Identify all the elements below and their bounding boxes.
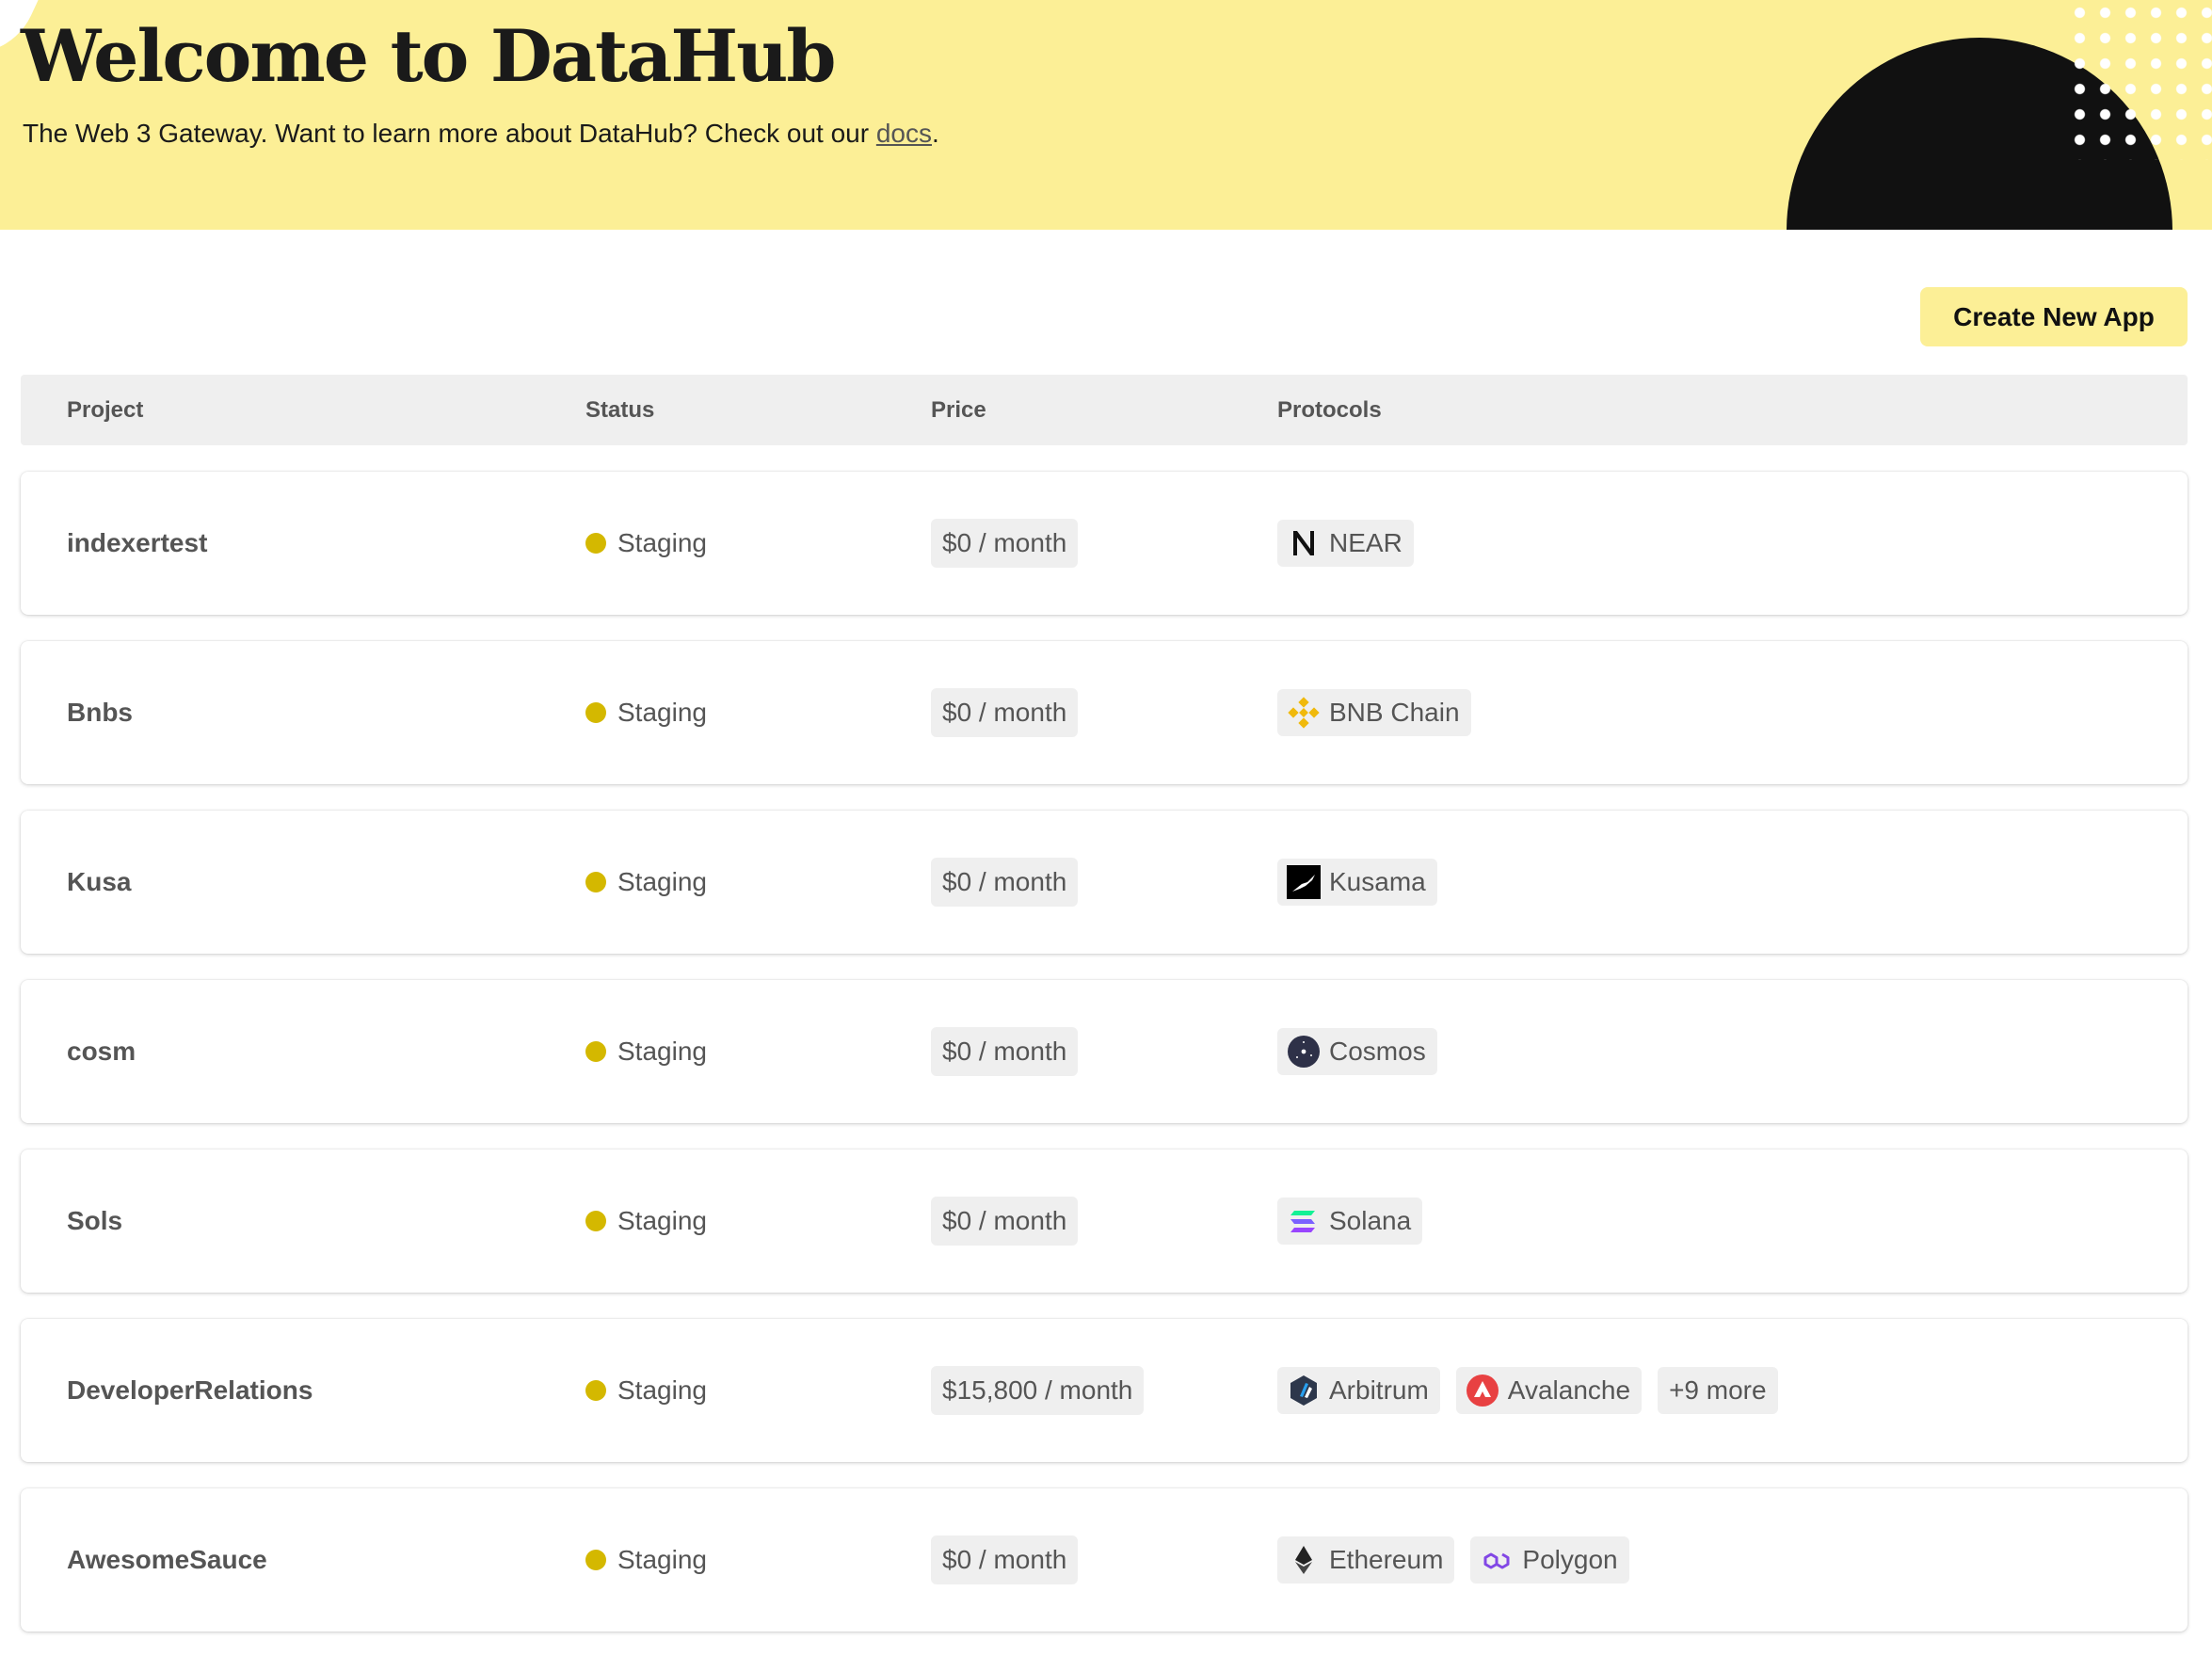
column-header-protocols: Protocols	[1277, 397, 1382, 423]
protocol-label: Arbitrum	[1329, 1375, 1429, 1405]
table-row[interactable]: Bnbs Staging $0 / month BNB Chain	[21, 641, 2188, 784]
price-badge: $0 / month	[931, 688, 1079, 737]
status-dot-icon	[585, 1211, 606, 1231]
protocol-label: Polygon	[1522, 1545, 1618, 1574]
protocols-cell: NEAR	[1277, 472, 1414, 615]
protocol-chip: Avalanche	[1455, 1367, 1643, 1414]
protocol-chip: Ethereum	[1277, 1536, 1455, 1584]
project-name: indexertest	[67, 528, 208, 557]
decorative-dot-grid	[2067, 0, 2212, 160]
protocols-cell: Solana	[1277, 1150, 1423, 1293]
protocols-cell: BNB Chain	[1277, 641, 1471, 784]
price-cell: $0 / month	[931, 472, 1079, 615]
table-row[interactable]: Kusa Staging $0 / month Kusama	[21, 811, 2188, 954]
table-row[interactable]: Sols Staging $0 / month Solana	[21, 1150, 2188, 1293]
status-cell: Staging	[585, 980, 707, 1123]
price-cell: $0 / month	[931, 980, 1079, 1123]
column-header-status: Status	[585, 397, 655, 423]
status-dot-icon	[585, 1380, 606, 1401]
protocol-label: Solana	[1329, 1206, 1412, 1235]
protocol-chip: Arbitrum	[1277, 1367, 1440, 1414]
protocol-chip: Polygon	[1470, 1536, 1629, 1584]
polygon-icon	[1480, 1543, 1514, 1577]
subtitle-text: The Web 3 Gateway. Want to learn more ab…	[23, 119, 876, 148]
more-protocols-chip[interactable]: +9 more	[1658, 1367, 1778, 1414]
protocol-chip: NEAR	[1277, 520, 1414, 567]
protocol-label: Kusama	[1329, 867, 1426, 896]
status-dot-icon	[585, 702, 606, 723]
status-label: Staging	[617, 1037, 707, 1066]
solana-icon	[1287, 1204, 1321, 1238]
column-header-project: Project	[67, 397, 144, 423]
table-header: Project Status Price Protocols	[21, 375, 2188, 445]
arbitrum-icon	[1287, 1374, 1321, 1407]
price-cell: $0 / month	[931, 1150, 1079, 1293]
column-header-price: Price	[931, 397, 986, 423]
protocol-chip: Kusama	[1277, 859, 1437, 906]
status-dot-icon	[585, 1550, 606, 1570]
protocol-label: Ethereum	[1329, 1545, 1444, 1574]
protocols-cell: Cosmos	[1277, 980, 1437, 1123]
projects-list: indexertest Staging $0 / month NEAR Bnbs Stag…	[21, 472, 2188, 1658]
price-badge: $0 / month	[931, 1197, 1079, 1246]
protocols-cell: Kusama	[1277, 811, 1437, 954]
protocols-cell: Arbitrum Avalanche +9 more	[1277, 1319, 1778, 1462]
status-label: Staging	[617, 698, 707, 727]
price-cell: $0 / month	[931, 1488, 1079, 1632]
ethereum-icon	[1287, 1543, 1321, 1577]
price-badge: $15,800 / month	[931, 1366, 1145, 1415]
status-cell: Staging	[585, 472, 707, 615]
status-label: Staging	[617, 1206, 707, 1235]
status-cell: Staging	[585, 641, 707, 784]
price-cell: $0 / month	[931, 811, 1079, 954]
bnb-chain-icon	[1287, 696, 1321, 730]
table-row[interactable]: DeveloperRelations Staging $15,800 / month…	[21, 1319, 2188, 1462]
status-dot-icon	[585, 1041, 606, 1062]
subtitle-period: .	[932, 119, 939, 148]
page-title: Welcome to DataHub	[21, 14, 837, 98]
status-dot-icon	[585, 872, 606, 892]
protocol-label: NEAR	[1329, 528, 1403, 557]
status-label: Staging	[617, 1545, 707, 1574]
price-badge: $0 / month	[931, 519, 1079, 568]
status-label: Staging	[617, 528, 707, 557]
near-icon	[1287, 526, 1321, 560]
protocol-chip: BNB Chain	[1277, 689, 1471, 736]
status-cell: Staging	[585, 1150, 707, 1293]
status-cell: Staging	[585, 1488, 707, 1632]
status-cell: Staging	[585, 811, 707, 954]
project-name: Sols	[67, 1206, 123, 1235]
protocol-label: BNB Chain	[1329, 698, 1460, 727]
status-dot-icon	[585, 533, 606, 554]
price-badge: $0 / month	[931, 1027, 1079, 1076]
cosmos-icon	[1287, 1035, 1321, 1069]
price-badge: $0 / month	[931, 858, 1079, 907]
table-row[interactable]: indexertest Staging $0 / month NEAR	[21, 472, 2188, 615]
status-label: Staging	[617, 1375, 707, 1405]
table-row[interactable]: AwesomeSauce Staging $0 / month Ethereum Pol…	[21, 1488, 2188, 1632]
status-cell: Staging	[585, 1319, 707, 1462]
protocol-label: Avalanche	[1507, 1375, 1631, 1405]
docs-link[interactable]: docs	[876, 119, 932, 148]
project-name: AwesomeSauce	[67, 1545, 267, 1574]
project-name: DeveloperRelations	[67, 1375, 313, 1405]
table-row[interactable]: cosm Staging $0 / month Cosmos	[21, 980, 2188, 1123]
kusama-icon	[1287, 865, 1321, 899]
project-name: Kusa	[67, 867, 132, 896]
price-badge: $0 / month	[931, 1535, 1079, 1584]
status-label: Staging	[617, 867, 707, 896]
protocol-chip: Cosmos	[1277, 1028, 1437, 1075]
protocols-cell: Ethereum Polygon	[1277, 1488, 1629, 1632]
protocol-chip: Solana	[1277, 1198, 1423, 1245]
avalanche-icon	[1466, 1374, 1499, 1407]
price-cell: $0 / month	[931, 641, 1079, 784]
project-name: cosm	[67, 1037, 136, 1066]
create-new-app-button[interactable]: Create New App	[1920, 287, 2188, 346]
welcome-banner: Welcome to DataHub The Web 3 Gateway. Wa…	[0, 0, 2212, 230]
protocol-label: Cosmos	[1329, 1037, 1426, 1066]
page-subtitle: The Web 3 Gateway. Want to learn more ab…	[23, 119, 939, 149]
price-cell: $15,800 / month	[931, 1319, 1145, 1462]
project-name: Bnbs	[67, 698, 133, 727]
